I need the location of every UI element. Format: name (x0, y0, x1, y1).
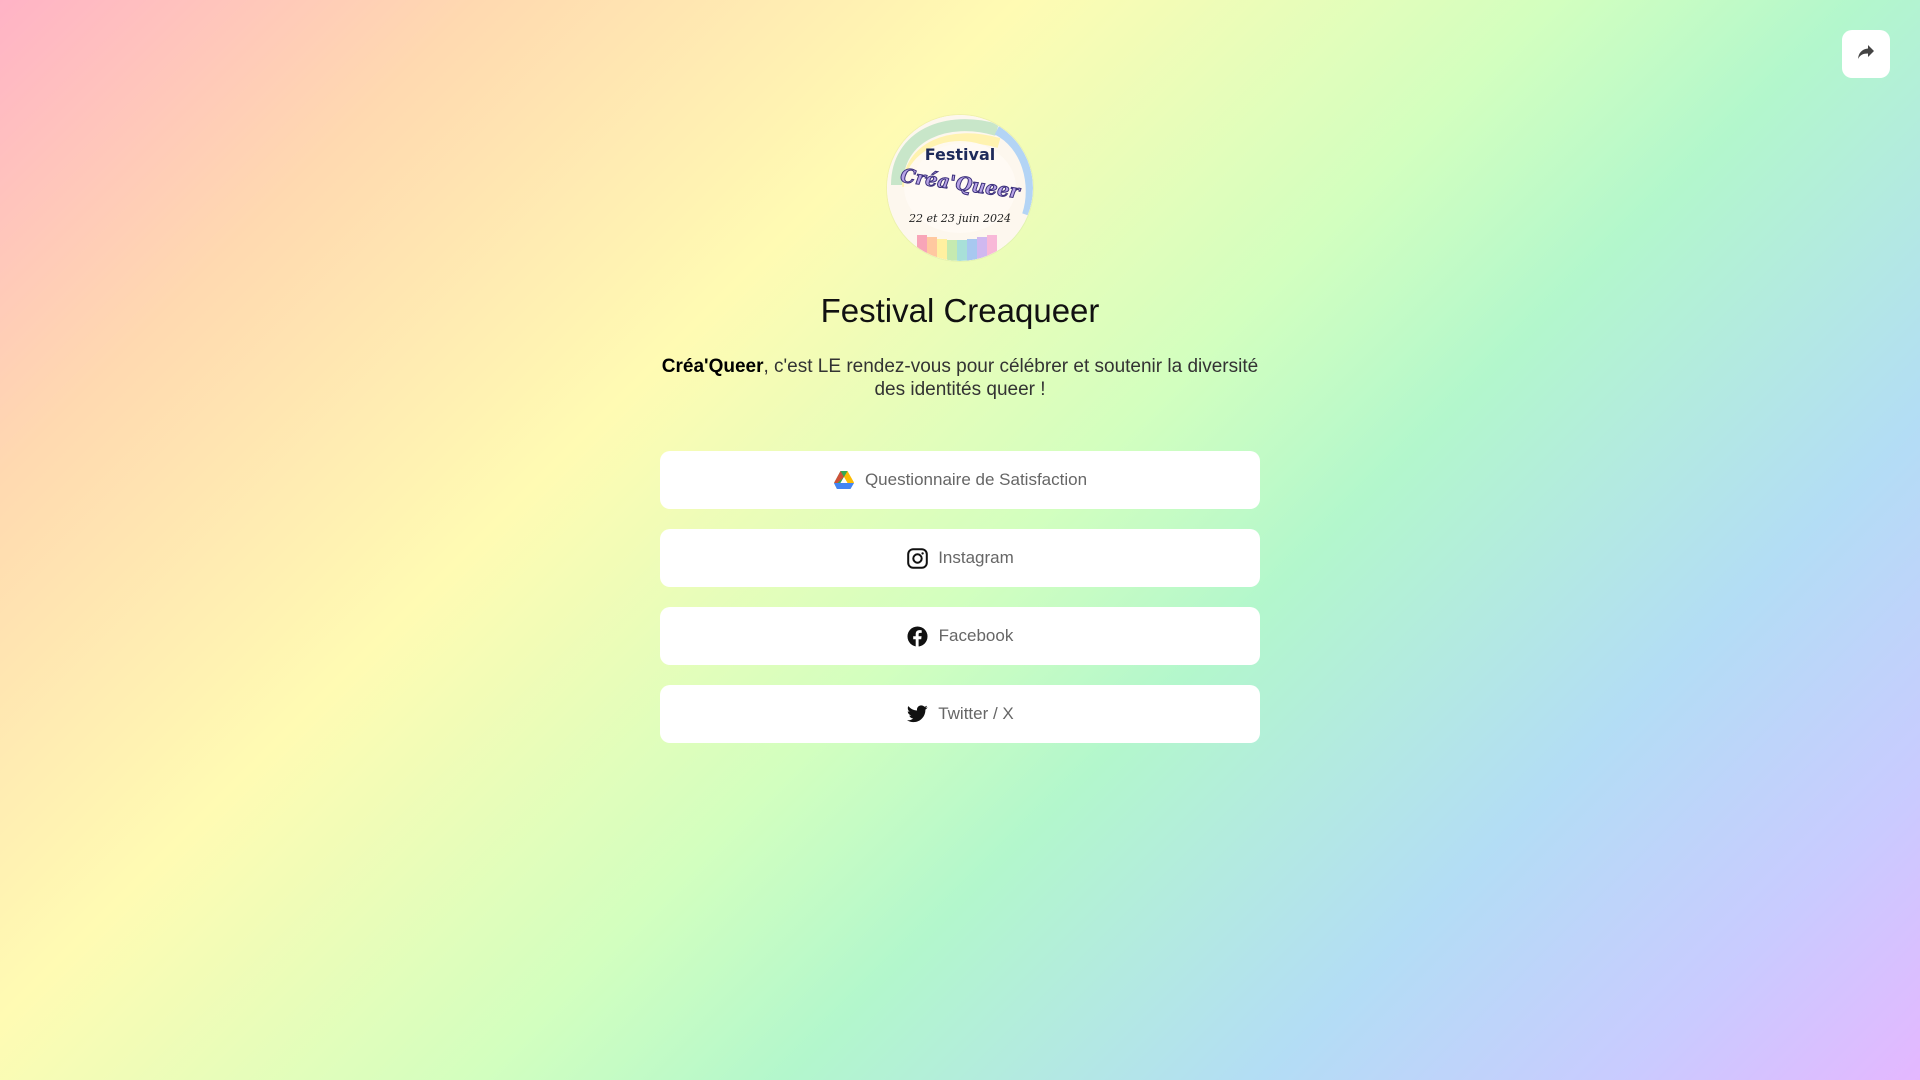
description-text: , c'est LE rendez-vous pour célébrer et … (763, 356, 1259, 400)
links-list: Questionnaire de Satisfaction Instagram … (660, 451, 1260, 743)
facebook-icon (907, 625, 929, 647)
instagram-icon (906, 547, 928, 569)
link-instagram-button[interactable]: Instagram (660, 529, 1260, 587)
avatar: Festival Créa'Queer 22 et 23 juin 2024 (887, 115, 1033, 261)
description-strong: Créa'Queer (661, 356, 764, 377)
page-title: Festival Creaqueer (820, 292, 1100, 329)
link-questionnaire-button[interactable]: Questionnaire de Satisfaction (660, 451, 1260, 509)
link-label: Instagram (938, 548, 1014, 567)
twitter-icon (906, 703, 928, 725)
link-facebook-button[interactable]: Facebook (660, 607, 1260, 665)
profile-page: Festival Créa'Queer 22 et 23 juin 2024 F… (0, 0, 1920, 743)
avatar-text-top: Festival (924, 145, 996, 164)
link-twitter-button[interactable]: Twitter / X (660, 685, 1260, 743)
link-label: Twitter / X (938, 704, 1014, 723)
google-drive-icon (833, 469, 855, 491)
avatar-text-bottom: 22 et 23 juin 2024 (908, 212, 1011, 225)
profile-description: Créa'Queer, c'est LE rendez-vous pour cé… (660, 355, 1260, 401)
link-label: Questionnaire de Satisfaction (864, 470, 1088, 489)
link-label: Facebook (938, 626, 1014, 645)
